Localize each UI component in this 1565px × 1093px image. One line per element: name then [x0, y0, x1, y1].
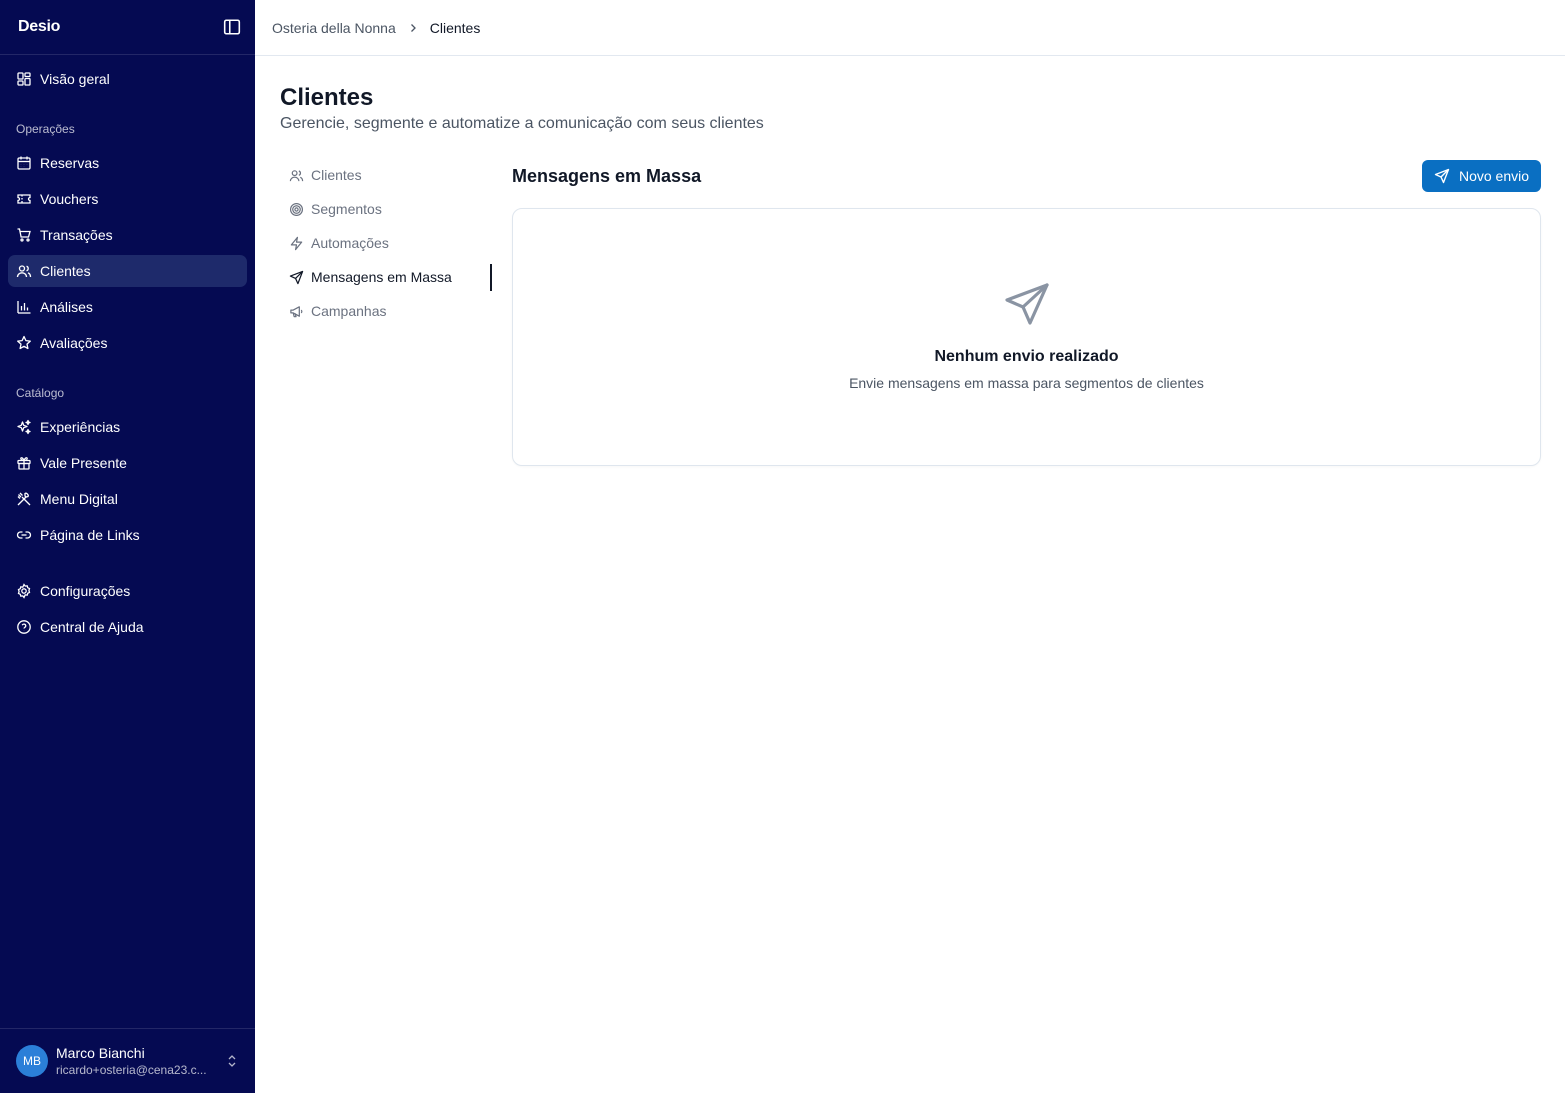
- sidebar-toggle-icon[interactable]: [223, 18, 241, 36]
- send-icon: [289, 270, 304, 285]
- sidebar: Desio Visão geral Operações Reservas Vou…: [0, 0, 255, 1093]
- subnav-item-clientes[interactable]: Clientes: [280, 158, 492, 192]
- sidebar-item-label: Avaliações: [40, 335, 108, 351]
- sidebar-group-label: Catálogo: [16, 386, 65, 400]
- users-icon: [289, 168, 304, 183]
- page-subtitle: Gerencie, segmente e automatize a comuni…: [280, 115, 764, 132]
- sidebar-item-avaliacoes[interactable]: Avaliações: [8, 327, 247, 359]
- breadcrumb: Osteria della Nonna Clientes: [255, 0, 1565, 56]
- sidebar-item-label: Análises: [40, 299, 93, 315]
- subnav-item-mensagens-em-massa[interactable]: Mensagens em Massa: [280, 260, 492, 294]
- logo-text: Desio: [18, 18, 61, 35]
- gift-icon: [16, 455, 32, 471]
- new-send-button-label: Novo envio: [1458, 168, 1530, 184]
- sidebar-item-analises[interactable]: Análises: [8, 291, 247, 323]
- sidebar-item-menu-digital[interactable]: Menu Digital: [8, 483, 247, 515]
- target-icon: [289, 202, 304, 217]
- user-email: ricardo+osteria@cena23.c...: [56, 1062, 207, 1077]
- user-info: Marco Bianchi ricardo+osteria@cena23.c..…: [56, 1045, 217, 1078]
- sidebar-item-vouchers[interactable]: Vouchers: [8, 183, 247, 215]
- sidebar-item-vale-presente[interactable]: Vale Presente: [8, 447, 247, 479]
- send-icon: [1005, 283, 1049, 325]
- logo[interactable]: Desio: [18, 18, 60, 36]
- sidebar-item-transacoes[interactable]: Transações: [8, 219, 247, 251]
- empty-state-card: Nenhum envio realizado Envie mensagens e…: [512, 208, 1541, 466]
- sidebar-item-label: Página de Links: [40, 527, 140, 543]
- sidebar-item-pagina-de-links[interactable]: Página de Links: [8, 519, 247, 551]
- sidebar-item-label: Clientes: [40, 263, 91, 279]
- users-icon: [16, 263, 32, 279]
- star-icon: [16, 335, 32, 351]
- help-circle-icon: [16, 619, 32, 635]
- user-menu[interactable]: MB Marco Bianchi ricardo+osteria@cena23.…: [0, 1028, 255, 1093]
- chevrons-up-down-icon[interactable]: [225, 1053, 239, 1069]
- sidebar-item-label: Menu Digital: [40, 491, 118, 507]
- subnav-item-label: Clientes: [311, 167, 362, 183]
- section-subnav: Clientes Segmentos Automações Mensagens …: [280, 158, 492, 328]
- page-title: Clientes: [280, 84, 374, 111]
- sidebar-item-central-de-ajuda[interactable]: Central de Ajuda: [8, 611, 247, 643]
- subnav-item-label: Automações: [311, 235, 389, 251]
- sidebar-item-label: Transações: [40, 227, 113, 243]
- sidebar-item-label: Vale Presente: [40, 455, 127, 471]
- zap-icon: [289, 236, 304, 251]
- sidebar-item-visao-geral[interactable]: Visão geral: [8, 63, 247, 95]
- sidebar-item-label: Reservas: [40, 155, 100, 171]
- subnav-item-campanhas[interactable]: Campanhas: [280, 294, 492, 328]
- settings-icon: [16, 583, 32, 599]
- new-send-button[interactable]: Novo envio: [1422, 160, 1541, 192]
- bar-chart-icon: [16, 299, 32, 315]
- sidebar-item-reservas[interactable]: Reservas: [8, 147, 247, 179]
- layout-dashboard-icon: [16, 71, 32, 87]
- subnav-item-automacoes[interactable]: Automações: [280, 226, 492, 260]
- ticket-icon: [16, 191, 32, 207]
- sidebar-group-label: Operações: [16, 122, 75, 136]
- subnav-item-segmentos[interactable]: Segmentos: [280, 192, 492, 226]
- sidebar-item-label: Configurações: [40, 583, 131, 599]
- sidebar-item-configuracoes[interactable]: Configurações: [8, 575, 247, 607]
- subnav-item-label: Segmentos: [311, 201, 382, 217]
- sidebar-item-clientes[interactable]: Clientes: [8, 255, 247, 287]
- sparkles-icon: [16, 419, 32, 435]
- send-icon: [1434, 168, 1450, 184]
- link-icon: [16, 527, 32, 543]
- megaphone-icon: [289, 304, 304, 319]
- sidebar-header: Desio: [0, 0, 255, 55]
- subnav-item-label: Mensagens em Massa: [311, 269, 452, 285]
- sidebar-item-label: Visão geral: [40, 71, 110, 87]
- sidebar-item-label: Vouchers: [40, 191, 99, 207]
- empty-state-title: Nenhum envio realizado: [934, 348, 1119, 365]
- sidebar-item-experiencias[interactable]: Experiências: [8, 411, 247, 443]
- user-name: Marco Bianchi: [56, 1044, 145, 1061]
- page-header: Clientes Gerencie, segmente e automatize…: [280, 84, 764, 136]
- avatar: MB: [16, 1045, 48, 1077]
- utensils-icon: [16, 491, 32, 507]
- subnav-item-label: Campanhas: [311, 303, 387, 319]
- sidebar-item-label: Central de Ajuda: [40, 619, 144, 635]
- shopping-cart-icon: [16, 227, 32, 243]
- empty-state-description: Envie mensagens em massa para segmentos …: [849, 375, 1204, 391]
- sidebar-nav: Visão geral Operações Reservas Vouchers …: [0, 55, 255, 643]
- section-title: Mensagens em Massa: [512, 166, 702, 186]
- chevron-right-icon: [408, 23, 418, 33]
- calendar-icon: [16, 155, 32, 171]
- breadcrumb-current: Clientes: [429, 19, 481, 36]
- sidebar-item-label: Experiências: [40, 419, 121, 435]
- breadcrumb-parent[interactable]: Osteria della Nonna: [272, 20, 396, 36]
